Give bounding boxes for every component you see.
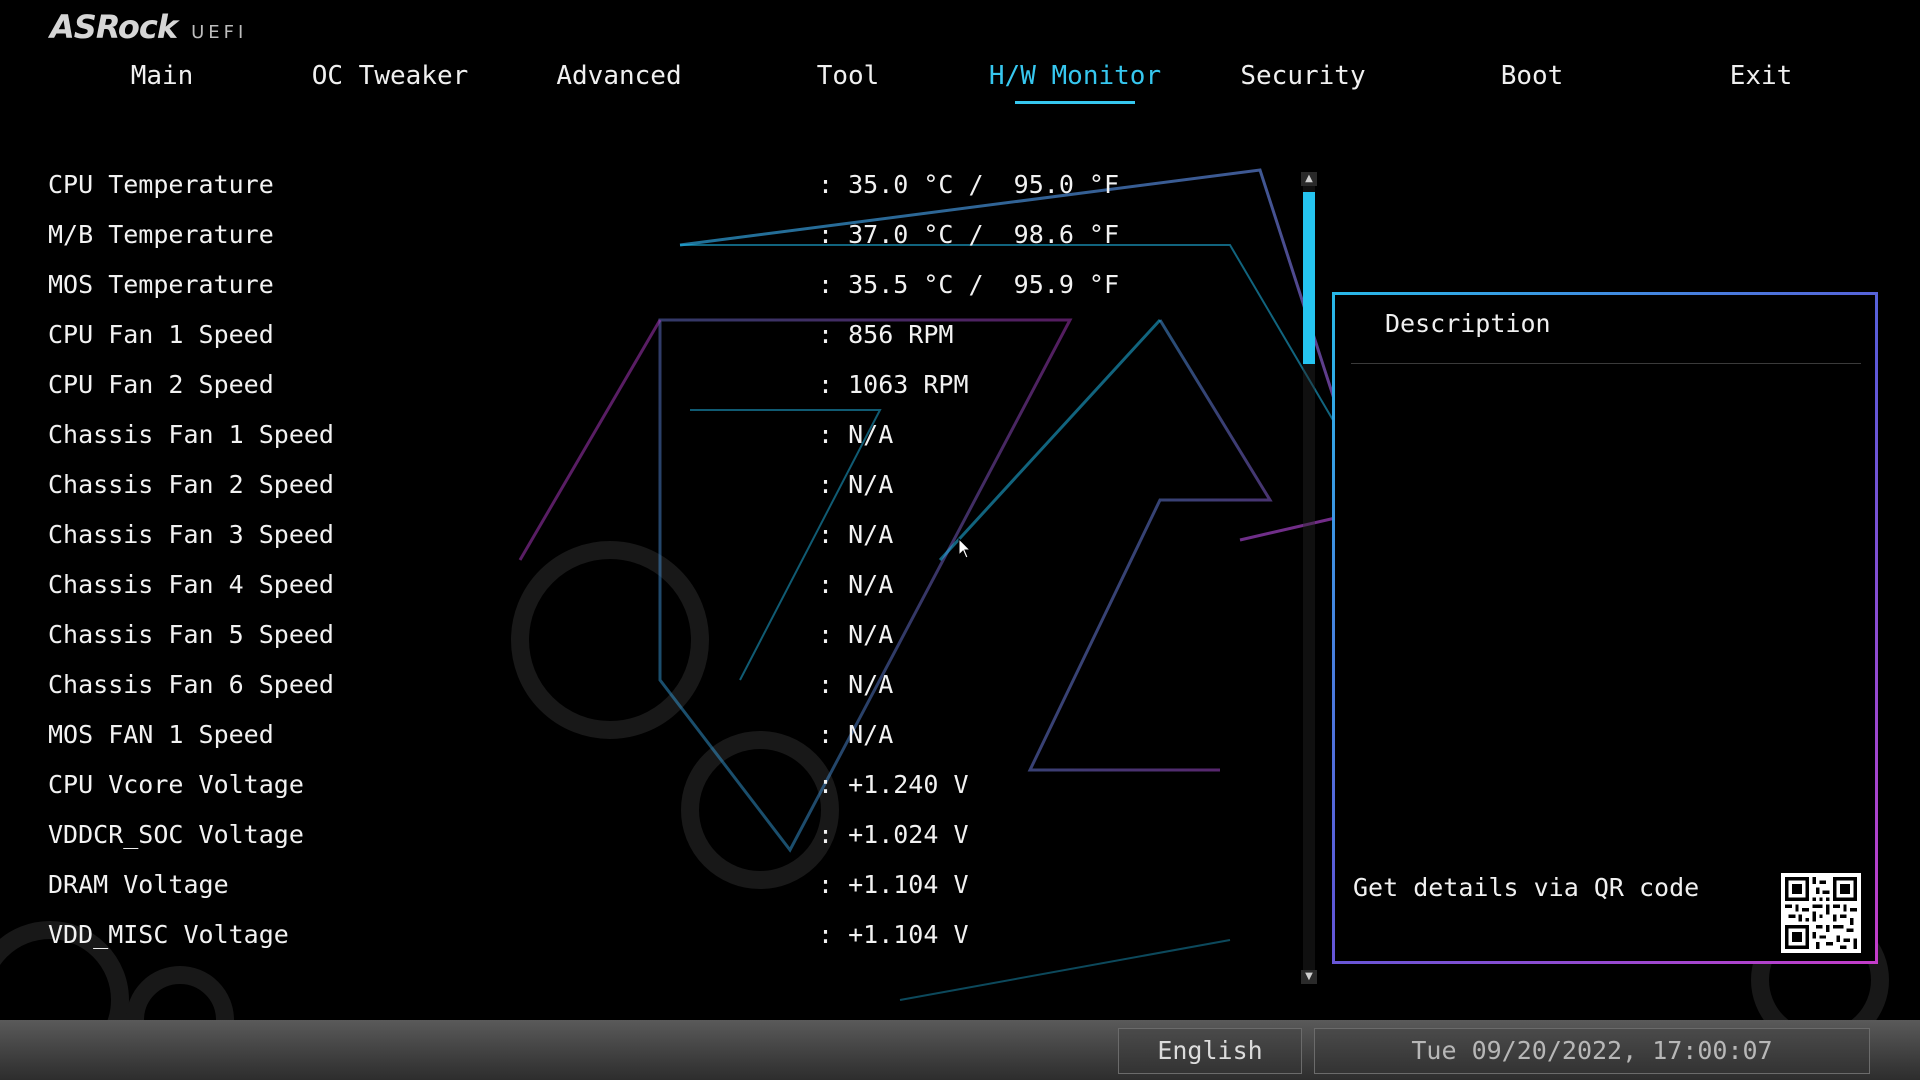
- item-label: CPU Fan 1 Speed: [48, 320, 274, 349]
- bios-screen: ASRock UEFI Main OC Tweaker Advanced Too…: [0, 0, 1920, 1080]
- tab-main[interactable]: Main: [47, 56, 277, 96]
- language-selector[interactable]: English: [1118, 1028, 1302, 1074]
- item-label: M/B Temperature: [48, 220, 274, 249]
- item-label: Chassis Fan 5 Speed: [48, 620, 334, 649]
- list-item-chassis-fan-2-speed[interactable]: Chassis Fan 2 Speed : N/A: [48, 460, 1288, 510]
- list-item-cpu-fan-1-speed[interactable]: CPU Fan 1 Speed : 856 RPM: [48, 310, 1288, 360]
- item-value: : +1.104 V: [818, 870, 969, 899]
- item-label: DRAM Voltage: [48, 870, 229, 899]
- list-item-vdd-misc-voltage[interactable]: VDD_MISC Voltage : +1.104 V: [48, 910, 1288, 960]
- list-item-vddcr-soc-voltage[interactable]: VDDCR_SOC Voltage : +1.024 V: [48, 810, 1288, 860]
- item-value: : N/A: [818, 620, 894, 649]
- list-item-dram-voltage[interactable]: DRAM Voltage : +1.104 V: [48, 860, 1288, 910]
- tab-exit[interactable]: Exit: [1646, 56, 1876, 96]
- item-value: : 1063 RPM: [818, 370, 969, 399]
- item-value: : N/A: [818, 420, 894, 449]
- item-value: : 856 RPM: [818, 320, 954, 349]
- description-divider: [1351, 363, 1861, 364]
- item-value: : N/A: [818, 670, 894, 699]
- list-scrollbar[interactable]: ▲ ▼: [1301, 172, 1317, 984]
- item-value: : +1.240 V: [818, 770, 969, 799]
- logo-brand: ASRock: [50, 8, 178, 46]
- item-label: MOS Temperature: [48, 270, 274, 299]
- item-label: Chassis Fan 4 Speed: [48, 570, 334, 599]
- tab-oc-tweaker[interactable]: OC Tweaker: [275, 56, 505, 96]
- item-value: : N/A: [818, 720, 894, 749]
- list-item-mb-temperature[interactable]: M/B Temperature : 37.0 °C / 98.6 °F: [48, 210, 1288, 260]
- item-label: CPU Temperature: [48, 170, 274, 199]
- tab-hw-monitor[interactable]: H/W Monitor: [960, 56, 1190, 96]
- item-value: : +1.024 V: [818, 820, 969, 849]
- item-label: Chassis Fan 3 Speed: [48, 520, 334, 549]
- asrock-logo: ASRock UEFI: [50, 8, 247, 46]
- list-item-chassis-fan-6-speed[interactable]: Chassis Fan 6 Speed : N/A: [48, 660, 1288, 710]
- item-label: Chassis Fan 6 Speed: [48, 670, 334, 699]
- list-item-chassis-fan-1-speed[interactable]: Chassis Fan 1 Speed : N/A: [48, 410, 1288, 460]
- item-value: : +1.104 V: [818, 920, 969, 949]
- item-value: : 37.0 °C / 98.6 °F: [818, 220, 1120, 249]
- list-item-chassis-fan-5-speed[interactable]: Chassis Fan 5 Speed : N/A: [48, 610, 1288, 660]
- tab-security[interactable]: Security: [1188, 56, 1418, 96]
- description-title: Description: [1385, 309, 1551, 338]
- logo-product: UEFI: [191, 22, 248, 43]
- tab-advanced[interactable]: Advanced: [504, 56, 734, 96]
- item-label: CPU Fan 2 Speed: [48, 370, 274, 399]
- item-value: : N/A: [818, 470, 894, 499]
- list-item-chassis-fan-4-speed[interactable]: Chassis Fan 4 Speed : N/A: [48, 560, 1288, 610]
- item-label: MOS FAN 1 Speed: [48, 720, 274, 749]
- item-value: : N/A: [818, 570, 894, 599]
- list-item-cpu-vcore-voltage[interactable]: CPU Vcore Voltage : +1.240 V: [48, 760, 1288, 810]
- list-item-chassis-fan-3-speed[interactable]: Chassis Fan 3 Speed : N/A: [48, 510, 1288, 560]
- scroll-track[interactable]: [1303, 186, 1315, 970]
- list-item-mos-temperature[interactable]: MOS Temperature : 35.5 °C / 95.9 °F: [48, 260, 1288, 310]
- item-value: : 35.5 °C / 95.9 °F: [818, 270, 1120, 299]
- scroll-up-arrow-icon[interactable]: ▲: [1301, 172, 1317, 186]
- datetime-display: Tue 09/20/2022, 17:00:07: [1314, 1028, 1870, 1074]
- tab-boot[interactable]: Boot: [1417, 56, 1647, 96]
- item-label: VDD_MISC Voltage: [48, 920, 289, 949]
- status-footer: English Tue 09/20/2022, 17:00:07: [0, 1020, 1920, 1080]
- top-menu-bar: Main OC Tweaker Advanced Tool H/W Monito…: [0, 56, 1920, 104]
- list-item-cpu-temperature[interactable]: CPU Temperature : 35.0 °C / 95.0 °F: [48, 160, 1288, 210]
- item-label: CPU Vcore Voltage: [48, 770, 304, 799]
- item-value: : 35.0 °C / 95.0 °F: [818, 170, 1120, 199]
- item-value: : N/A: [818, 520, 894, 549]
- item-label: VDDCR_SOC Voltage: [48, 820, 304, 849]
- qr-details-text: Get details via QR code: [1353, 873, 1700, 902]
- qr-code-icon: [1781, 873, 1861, 953]
- hw-monitor-list: CPU Temperature : 35.0 °C / 95.0 °F M/B …: [48, 160, 1288, 960]
- item-label: Chassis Fan 1 Speed: [48, 420, 334, 449]
- description-panel: Description Get details via QR code: [1332, 292, 1878, 964]
- tab-tool[interactable]: Tool: [733, 56, 963, 96]
- mouse-cursor-icon: [958, 538, 972, 559]
- scroll-thumb[interactable]: [1303, 192, 1315, 364]
- list-item-cpu-fan-2-speed[interactable]: CPU Fan 2 Speed : 1063 RPM: [48, 360, 1288, 410]
- list-item-mos-fan-1-speed[interactable]: MOS FAN 1 Speed : N/A: [48, 710, 1288, 760]
- scroll-down-arrow-icon[interactable]: ▼: [1301, 970, 1317, 984]
- item-label: Chassis Fan 2 Speed: [48, 470, 334, 499]
